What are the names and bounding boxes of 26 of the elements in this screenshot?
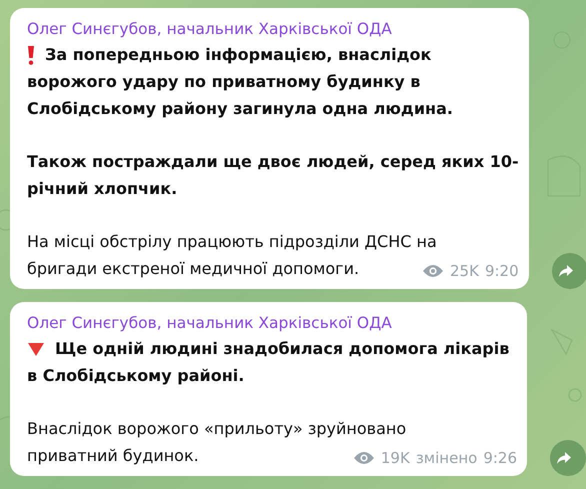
edited-label: змінено — [416, 448, 478, 466]
author-name[interactable]: Олег Синєгубов, начальник Харківської ОДА — [27, 17, 519, 41]
eye-icon — [422, 264, 444, 278]
forward-button[interactable] — [552, 253, 586, 289]
message-text: Ще одній людині знадобилася допомога лікарів — [55, 338, 510, 360]
message-time: 9:26 — [483, 448, 517, 466]
message-text: Також постраждали ще двоє людей, серед яких 10- — [27, 151, 519, 173]
message-text: в Слобідському районі. — [27, 365, 246, 387]
view-count: 19K — [380, 448, 410, 466]
view-count: 25K — [450, 262, 479, 280]
message-text: приватний будинок. — [27, 445, 199, 467]
message-text: річний хлопчик. — [27, 178, 178, 200]
eye-icon — [352, 450, 375, 464]
message-text: Слобідському району загинула одна людина. — [27, 98, 454, 120]
message-text: На місці обстрілу працюють підрозділи ДСНС на — [27, 231, 438, 253]
message-text: бригади екстреної медичної допомоги. — [27, 258, 360, 280]
message-text: ворожого удару по приватному будинку в — [27, 71, 422, 93]
down-triangle-icon — [27, 340, 45, 356]
author-name[interactable]: Олег Синєгубов, начальник Харківської ОДА — [27, 311, 517, 335]
share-arrow-icon — [558, 264, 574, 278]
message-text: Внаслідок ворожого «прильоту» зруйновано — [27, 418, 408, 440]
forward-button[interactable] — [550, 440, 586, 476]
exclamation-icon — [27, 44, 35, 64]
share-arrow-icon — [556, 451, 572, 465]
message-text: За попередньою інформацією, внаслідок — [45, 44, 432, 66]
message-time: 9:20 — [484, 262, 519, 280]
